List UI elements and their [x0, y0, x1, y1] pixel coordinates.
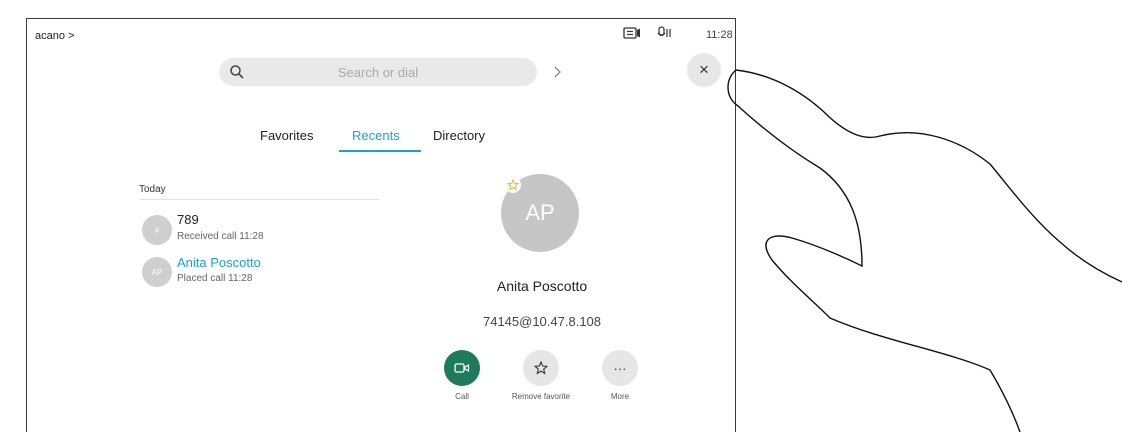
illustration-canvas: acano > 11:28 Search or dial × Favorites…: [0, 0, 1122, 432]
pointing-hand-illustration: [727, 69, 1122, 432]
